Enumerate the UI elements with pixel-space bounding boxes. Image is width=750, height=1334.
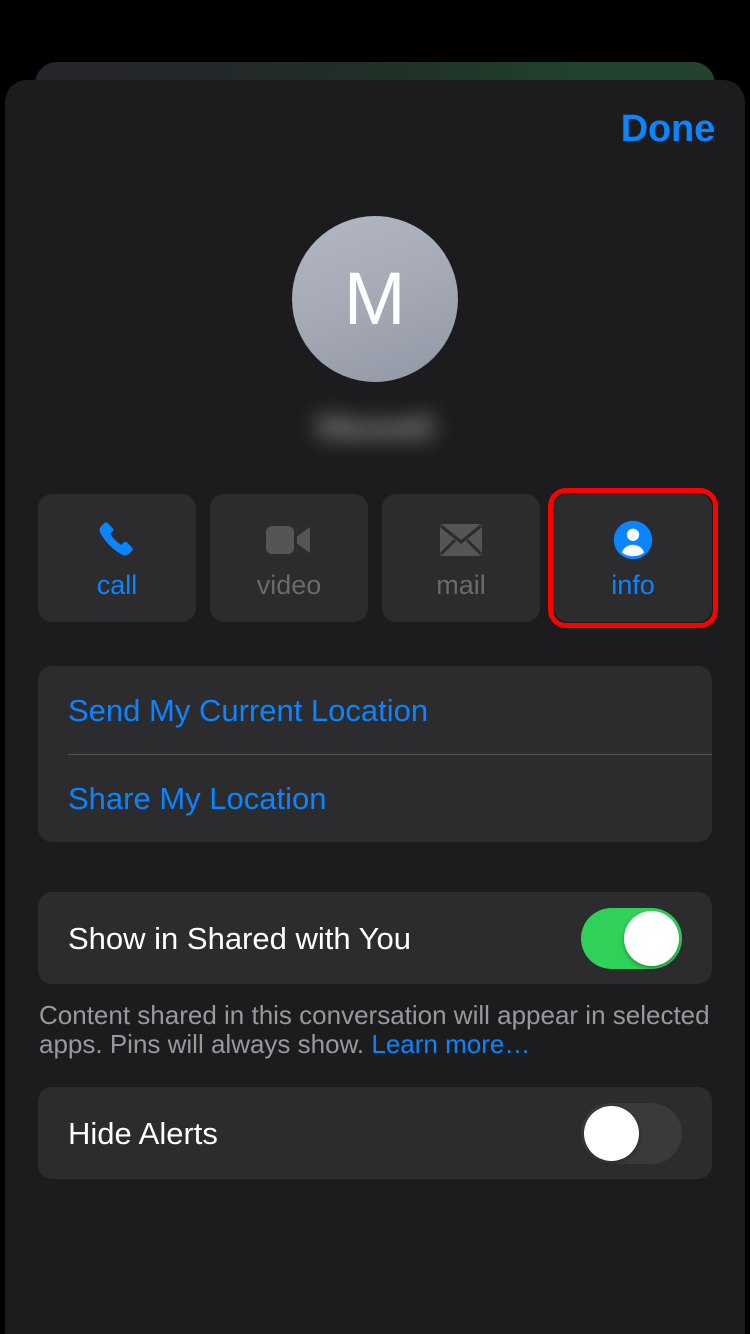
action-button-call[interactable]: call [38, 494, 196, 622]
toggle-knob [584, 1105, 639, 1161]
location-card: Send My Current Location Share My Locati… [38, 666, 712, 842]
row-send-my-current-location[interactable]: Send My Current Location [38, 666, 712, 754]
action-label-info: info [611, 569, 655, 600]
learn-more-link[interactable]: Learn more… [371, 1029, 530, 1059]
done-button[interactable]: Done [621, 110, 715, 148]
row-label-show-in-shared-with-you: Show in Shared with You [68, 920, 411, 956]
hide-alerts-card: Hide Alerts [38, 1087, 712, 1180]
contact-details-sheet: Done M Maxwell call video mail info Send… [5, 80, 745, 1334]
action-button-mail: mail [382, 494, 540, 622]
row-label-send-my-current-location: Send My Current Location [68, 692, 429, 728]
shared-with-you-card: Show in Shared with You [38, 892, 712, 984]
action-label-mail: mail [436, 569, 486, 600]
toggle-show-in-shared-with-you[interactable] [581, 907, 682, 969]
action-label-video: video [256, 569, 322, 600]
row-hide-alerts[interactable]: Hide Alerts [38, 1087, 712, 1179]
action-label-call: call [96, 569, 138, 600]
contact-name: Maxwell [317, 408, 433, 445]
toggle-hide-alerts[interactable] [581, 1102, 682, 1164]
phone-screen: Done M Maxwell call video mail info Send… [0, 0, 750, 1334]
contact-identity: M Maxwell [5, 216, 745, 450]
phone-icon [96, 518, 138, 562]
video-icon [266, 518, 312, 562]
avatar[interactable]: M [292, 216, 458, 382]
contact-name-redacted: Maxwell [310, 404, 440, 450]
action-button-info[interactable]: info [548, 488, 718, 628]
quick-actions-row: call video mail info [38, 488, 718, 628]
row-label-share-my-location: Share My Location [68, 780, 327, 816]
row-label-hide-alerts: Hide Alerts [68, 1115, 218, 1151]
person-circle-icon [612, 518, 654, 562]
action-button-video: video [210, 494, 368, 622]
shared-with-you-footnote: Content shared in this conversation will… [38, 1000, 712, 1059]
row-show-in-shared-with-you[interactable]: Show in Shared with You [38, 892, 712, 984]
sheet-header: Done [5, 80, 745, 158]
mail-icon [439, 518, 483, 562]
avatar-initial: M [343, 257, 407, 340]
row-share-my-location[interactable]: Share My Location [38, 754, 712, 842]
toggle-knob [624, 910, 679, 966]
